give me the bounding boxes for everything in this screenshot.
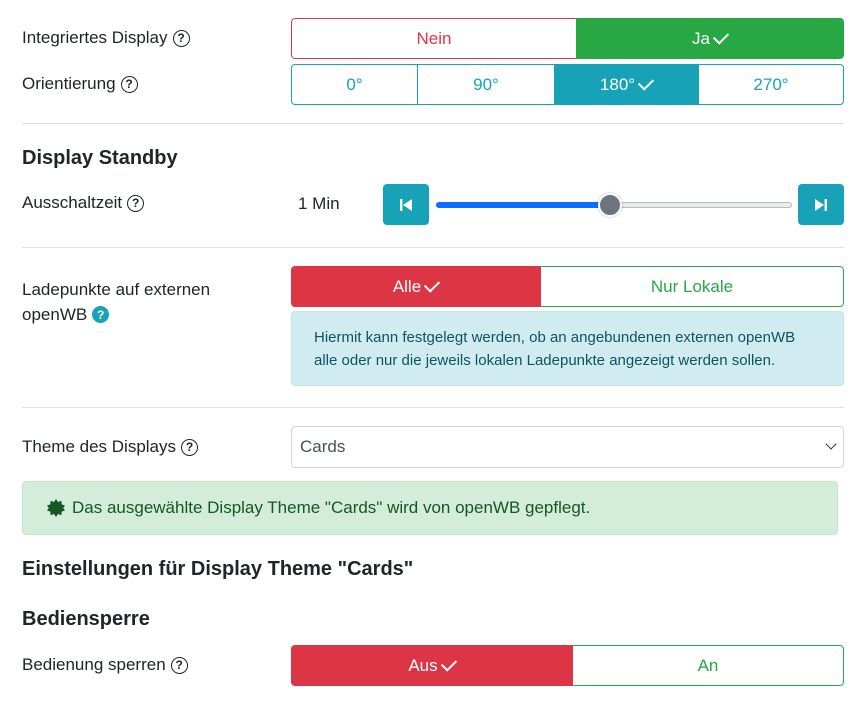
divider (22, 247, 844, 248)
check-icon (712, 27, 730, 45)
orientation-label: Orientierung ? (22, 74, 138, 94)
standby-slider[interactable] (436, 193, 792, 217)
integrated-display-ja-button[interactable]: Ja (576, 18, 844, 59)
help-icon[interactable]: ? (127, 194, 145, 212)
standby-heading: Display Standby (22, 147, 178, 169)
theme-label: Theme des Displays ? (22, 437, 199, 457)
integrated-display-toggle: Nein Ja (291, 18, 844, 59)
integrated-display-label-text: Integriertes Display (22, 28, 168, 47)
theme-select-value: Cards (300, 437, 346, 456)
help-icon[interactable]: ? (92, 306, 110, 323)
external-label-line1: Ladepunkte auf externen (22, 280, 211, 299)
skip-forward-icon (815, 198, 827, 211)
orientation-270-label: 270° (753, 74, 789, 94)
orientation-label-text: Orientierung (22, 74, 116, 93)
nur-lokale-label: Nur Lokale (650, 276, 734, 296)
external-alle-button[interactable]: Alle (291, 266, 541, 307)
theme-notice: Das ausgewählte Display Theme "Cards" wi… (22, 481, 838, 535)
ja-label: Ja (692, 28, 710, 48)
alle-label: Alle (392, 276, 422, 296)
check-icon (424, 275, 441, 293)
help-icon[interactable]: ? (170, 656, 188, 674)
check-icon (440, 654, 457, 672)
integrated-display-nein-button[interactable]: Nein (291, 18, 576, 59)
standby-label: Ausschaltzeit ? (22, 193, 145, 213)
theme-notice-text: Das ausgewählte Display Theme "Cards" wi… (72, 498, 591, 517)
divider (22, 123, 844, 124)
help-icon[interactable]: ? (181, 438, 199, 456)
standby-label-text: Ausschaltzeit (22, 193, 123, 212)
slider-thumb[interactable] (598, 193, 622, 217)
lock-aus-button[interactable]: Aus (291, 645, 573, 686)
help-icon[interactable]: ? (172, 29, 190, 47)
theme-select[interactable]: Cards (291, 426, 844, 468)
help-icon[interactable]: ? (120, 75, 138, 93)
orientation-90-label: 90° (473, 74, 499, 94)
divider (22, 407, 844, 408)
orientation-90-button[interactable]: 90° (418, 65, 554, 104)
integrated-display-label: Integriertes Display ? (22, 28, 190, 48)
info-line1: Hiermit kann festgelegt werden, ob an an… (314, 329, 796, 346)
standby-value: 1 Min (298, 194, 340, 213)
info-line2: alle oder nur die jeweils lokalen Ladepu… (314, 352, 776, 369)
orientation-0-button[interactable]: 0° (292, 65, 418, 104)
theme-settings-heading: Einstellungen für Display Theme "Cards" (22, 558, 414, 580)
slider-increase-button[interactable] (798, 184, 844, 225)
lock-an-button[interactable]: An (573, 645, 844, 686)
slider-decrease-button[interactable] (383, 184, 429, 225)
external-label-line2: openWB (22, 305, 88, 324)
external-info-box: Hiermit kann festgelegt werden, ob an an… (291, 311, 844, 386)
external-label: Ladepunkte auf externen openWB ? (22, 277, 210, 327)
orientation-270-button[interactable]: 270° (699, 65, 843, 104)
orientation-180-label: 180° (599, 74, 636, 94)
lock-heading: Bediensperre (22, 608, 150, 630)
lock-toggle: Aus An (291, 645, 844, 686)
theme-label-text: Theme des Displays (22, 437, 177, 456)
orientation-0-label: 0° (346, 74, 363, 94)
skip-back-icon (400, 198, 412, 211)
badge-check-icon (47, 499, 65, 517)
lock-label-text: Bedienung sperren (22, 655, 166, 674)
orientation-toggle: 0° 90° 180° 270° (291, 64, 844, 105)
an-label: An (697, 655, 719, 675)
external-nur-lokale-button[interactable]: Nur Lokale (541, 266, 844, 307)
aus-label: Aus (408, 655, 438, 675)
orientation-180-button[interactable]: 180° (554, 65, 699, 104)
check-icon (637, 73, 655, 91)
external-toggle: Alle Nur Lokale (291, 266, 844, 307)
chevron-down-icon (825, 438, 837, 450)
nein-label: Nein (416, 28, 452, 48)
lock-label: Bedienung sperren ? (22, 655, 188, 675)
slider-fill (436, 202, 610, 208)
